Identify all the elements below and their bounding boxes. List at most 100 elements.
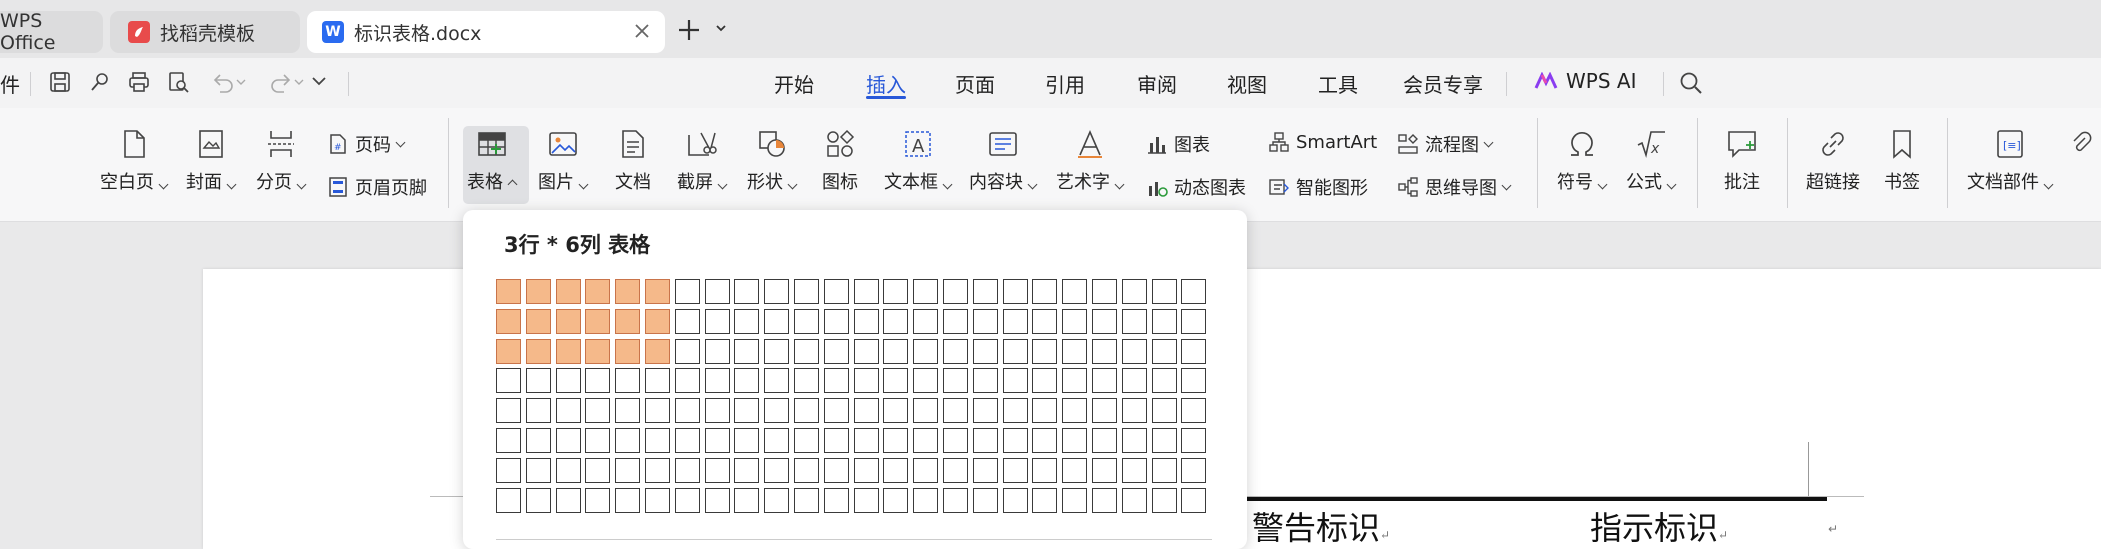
- menu-tools[interactable]: 工具: [1318, 69, 1358, 98]
- table-grid-cell[interactable]: [854, 398, 879, 423]
- table-grid-cell[interactable]: [913, 488, 938, 513]
- table-grid-cell[interactable]: [734, 458, 759, 483]
- table-grid-cell[interactable]: [854, 488, 879, 513]
- table-grid-cell[interactable]: [943, 488, 968, 513]
- table-grid-cell[interactable]: [1032, 279, 1057, 304]
- table-grid-cell[interactable]: [675, 339, 700, 364]
- table-grid-cell[interactable]: [854, 458, 879, 483]
- table-grid-cell[interactable]: [794, 339, 819, 364]
- table-grid-cell[interactable]: [824, 279, 849, 304]
- table-grid-cell[interactable]: [764, 368, 789, 393]
- table-grid-cell[interactable]: [526, 488, 551, 513]
- table-grid-cell[interactable]: [1092, 428, 1117, 453]
- table-grid-cell[interactable]: [824, 309, 849, 334]
- textbox-button[interactable]: A 文本框: [884, 128, 953, 194]
- table-grid-cell[interactable]: [734, 488, 759, 513]
- table-grid-cell[interactable]: [1032, 398, 1057, 423]
- table-grid-cell[interactable]: [1092, 339, 1117, 364]
- bookmark-button[interactable]: 书签: [1884, 128, 1920, 194]
- table-grid-cell[interactable]: [1032, 309, 1057, 334]
- table-grid-cell[interactable]: [1152, 309, 1177, 334]
- table-grid-cell[interactable]: [675, 428, 700, 453]
- shape-button[interactable]: 形状: [747, 128, 798, 194]
- table-grid-cell[interactable]: [1032, 368, 1057, 393]
- table-grid-cell[interactable]: [675, 368, 700, 393]
- menu-page[interactable]: 页面: [955, 69, 995, 98]
- table-grid-cell[interactable]: [496, 368, 521, 393]
- table-grid-cell[interactable]: [1152, 428, 1177, 453]
- wordart-button[interactable]: 艺术字: [1056, 128, 1125, 194]
- table-grid-cell[interactable]: [615, 368, 640, 393]
- table-grid-cell[interactable]: [973, 428, 998, 453]
- table-grid-cell[interactable]: [824, 398, 849, 423]
- table-grid-cell[interactable]: [913, 398, 938, 423]
- table-grid-cell[interactable]: [526, 458, 551, 483]
- table-grid-cell[interactable]: [615, 279, 640, 304]
- table-grid-cell[interactable]: [883, 458, 908, 483]
- table-grid-cell[interactable]: [496, 309, 521, 334]
- table-grid-cell[interactable]: [1181, 458, 1206, 483]
- cover-button[interactable]: 封面: [186, 128, 237, 194]
- table-grid-cell[interactable]: [794, 309, 819, 334]
- table-grid-cell[interactable]: [645, 368, 670, 393]
- dynamic-chart-button[interactable]: 动态图表: [1146, 174, 1246, 200]
- table-grid-cell[interactable]: [883, 398, 908, 423]
- table-grid-cell[interactable]: [556, 339, 581, 364]
- table-grid-cell[interactable]: [1032, 339, 1057, 364]
- table-grid-cell[interactable]: [585, 368, 610, 393]
- menu-view[interactable]: 视图: [1227, 69, 1267, 98]
- table-grid-cell[interactable]: [526, 368, 551, 393]
- table-grid-cell[interactable]: [645, 339, 670, 364]
- table-grid-cell[interactable]: [854, 368, 879, 393]
- smartart-button[interactable]: SmartArt: [1268, 131, 1377, 153]
- table-grid-cell[interactable]: [526, 398, 551, 423]
- hyperlink-button[interactable]: 超链接: [1806, 128, 1860, 194]
- table-grid-cell[interactable]: [526, 428, 551, 453]
- table-grid-cell[interactable]: [526, 339, 551, 364]
- table-grid-cell[interactable]: [1062, 309, 1087, 334]
- table-grid-cell[interactable]: [854, 339, 879, 364]
- table-grid-cell[interactable]: [734, 309, 759, 334]
- table-grid-cell[interactable]: [556, 398, 581, 423]
- table-grid-cell[interactable]: [496, 339, 521, 364]
- table-grid-cell[interactable]: [615, 309, 640, 334]
- table-grid-cell[interactable]: [764, 309, 789, 334]
- search-icon[interactable]: [1678, 70, 1704, 100]
- table-grid-cell[interactable]: [526, 309, 551, 334]
- table-grid-cell[interactable]: [1092, 309, 1117, 334]
- table-grid-cell[interactable]: [824, 458, 849, 483]
- table-grid-cell[interactable]: [645, 279, 670, 304]
- print-preview-icon[interactable]: [166, 70, 190, 98]
- table-grid-cell[interactable]: [794, 279, 819, 304]
- table-grid-cell[interactable]: [1062, 368, 1087, 393]
- table-grid-cell[interactable]: [1152, 488, 1177, 513]
- table-grid-cell[interactable]: [496, 428, 521, 453]
- table-grid-cell[interactable]: [973, 279, 998, 304]
- table-grid-cell[interactable]: [794, 368, 819, 393]
- table-grid-cell[interactable]: [615, 428, 640, 453]
- table-grid-cell[interactable]: [675, 398, 700, 423]
- table-grid-cell[interactable]: [883, 339, 908, 364]
- table-grid-cell[interactable]: [1062, 279, 1087, 304]
- table-grid-cell[interactable]: [734, 339, 759, 364]
- table-grid-cell[interactable]: [854, 428, 879, 453]
- table-grid-cell[interactable]: [556, 368, 581, 393]
- table-grid-cell[interactable]: [1062, 488, 1087, 513]
- screenshot-button[interactable]: 截屏: [677, 128, 728, 194]
- table-grid-cell[interactable]: [705, 368, 730, 393]
- table-grid-cell[interactable]: [675, 309, 700, 334]
- table-grid-cell[interactable]: [556, 428, 581, 453]
- document-parts-button[interactable]: [≡] 文档部件: [1967, 128, 2054, 194]
- table-grid-cell[interactable]: [1092, 458, 1117, 483]
- table-grid-cell[interactable]: [1062, 428, 1087, 453]
- table-grid-cell[interactable]: [1003, 398, 1028, 423]
- table-grid-cell[interactable]: [913, 368, 938, 393]
- formula-button[interactable]: x 公式: [1626, 128, 1677, 194]
- table-grid-cell[interactable]: [943, 279, 968, 304]
- table-grid-cell[interactable]: [943, 398, 968, 423]
- table-grid-cell[interactable]: [1092, 488, 1117, 513]
- table-grid-cell[interactable]: [913, 428, 938, 453]
- table-grid-cell[interactable]: [1152, 398, 1177, 423]
- table-grid-cell[interactable]: [883, 279, 908, 304]
- table-grid-cell[interactable]: [1122, 488, 1147, 513]
